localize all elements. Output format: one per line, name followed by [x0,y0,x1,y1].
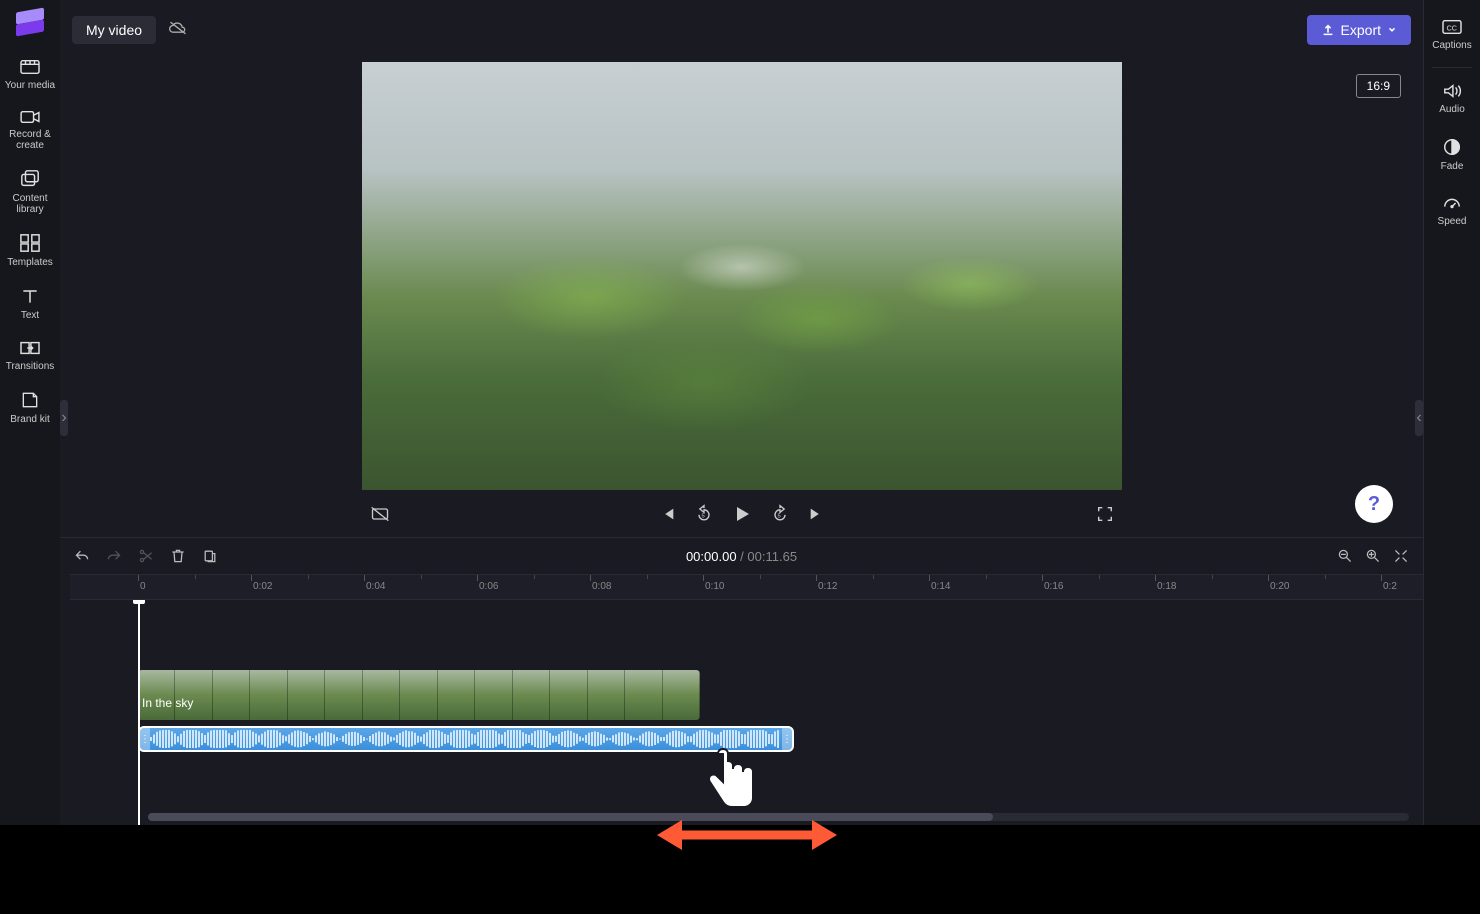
total-time: 00:11.65 [747,549,797,564]
sidebar-item-brand-kit[interactable]: Brand kit [2,382,58,435]
timeline-tracks: In the sky [70,600,1423,825]
sidebar-item-text[interactable]: Text [2,278,58,331]
sidebar-item-record-create[interactable]: Record & create [2,101,58,161]
right-sidebar: CC Captions Audio Fade Speed [1423,0,1480,825]
skip-back-button[interactable] [658,505,676,523]
expand-right-panel[interactable]: ‹ [1415,400,1423,436]
export-button[interactable]: Export [1307,15,1411,45]
audio-clip[interactable] [138,726,794,752]
sidebar-label: Captions [1432,40,1471,51]
left-sidebar: Your media Record & create Content libra… [0,0,60,825]
timeline-ruler[interactable]: 00:020:040:060:080:100:120:140:160:180:2… [70,574,1423,600]
sidebar-item-captions[interactable]: CC Captions [1424,8,1480,63]
sidebar-label: Fade [1441,161,1464,172]
zoom-out-button[interactable] [1337,548,1353,564]
top-bar: My video Export [60,0,1423,60]
app-logo [16,8,44,34]
rewind-5-button[interactable]: 5 [694,504,714,524]
playhead[interactable] [138,600,140,825]
sidebar-label: Speed [1438,216,1467,227]
sidebar-item-content-library[interactable]: Content library [2,161,58,225]
svg-text:5: 5 [701,513,704,519]
delete-button[interactable] [170,548,186,564]
svg-text:CC: CC [1447,24,1457,33]
audio-trim-handle-right[interactable] [782,728,792,750]
sidebar-label: Record & create [4,129,56,151]
fit-timeline-button[interactable] [1393,548,1409,564]
timeline-panel: 00:00.00 / 00:11.65 00:020:040:060:080:1… [60,537,1423,825]
help-button[interactable]: ? [1355,485,1393,523]
forward-5-button[interactable]: 5 [770,504,790,524]
sidebar-item-templates[interactable]: Templates [2,225,58,278]
sidebar-label: Transitions [6,361,55,372]
aspect-ratio-badge[interactable]: 16:9 [1356,74,1401,98]
timeline-scrollbar[interactable] [148,813,1409,821]
safe-zone-toggle[interactable] [370,506,390,522]
timeline-timecode: 00:00.00 / 00:11.65 [686,549,797,564]
split-button[interactable] [138,548,154,564]
sidebar-label: Templates [7,257,53,268]
bottom-letterbox [0,825,1480,914]
sidebar-label: Brand kit [10,414,49,425]
scrollbar-thumb[interactable] [148,813,993,821]
sidebar-item-speed[interactable]: Speed [1424,184,1480,239]
video-preview[interactable] [362,62,1122,490]
timeline-toolbar: 00:00.00 / 00:11.65 [60,538,1423,574]
play-button[interactable] [732,504,752,524]
sidebar-item-transitions[interactable]: Transitions [2,331,58,382]
audio-trim-handle-left[interactable] [140,728,150,750]
sidebar-label: Content library [4,193,56,215]
sidebar-label: Text [21,310,39,321]
cloud-offline-icon [168,20,188,41]
sidebar-item-your-media[interactable]: Your media [2,50,58,101]
fullscreen-button[interactable] [1096,505,1114,523]
preview-area: 16:9 ? 5 5 [60,60,1423,537]
undo-button[interactable] [74,548,90,564]
sidebar-label: Audio [1439,104,1465,115]
chevron-down-icon [1387,25,1397,35]
audio-clip-label: In the sky [142,696,193,710]
sidebar-label: Your media [5,80,55,91]
skip-forward-button[interactable] [808,505,826,523]
project-title[interactable]: My video [72,16,156,44]
sidebar-item-audio[interactable]: Audio [1424,72,1480,127]
duplicate-button[interactable] [202,548,218,564]
upload-icon [1321,23,1335,37]
expand-left-panel[interactable]: › [60,400,68,436]
current-time: 00:00.00 [686,549,737,564]
redo-button[interactable] [106,548,122,564]
sidebar-item-fade[interactable]: Fade [1424,127,1480,184]
player-controls: 5 5 [362,498,1122,530]
export-label: Export [1341,22,1381,38]
zoom-in-button[interactable] [1365,548,1381,564]
video-clip[interactable] [138,670,700,720]
svg-text:5: 5 [777,513,780,519]
